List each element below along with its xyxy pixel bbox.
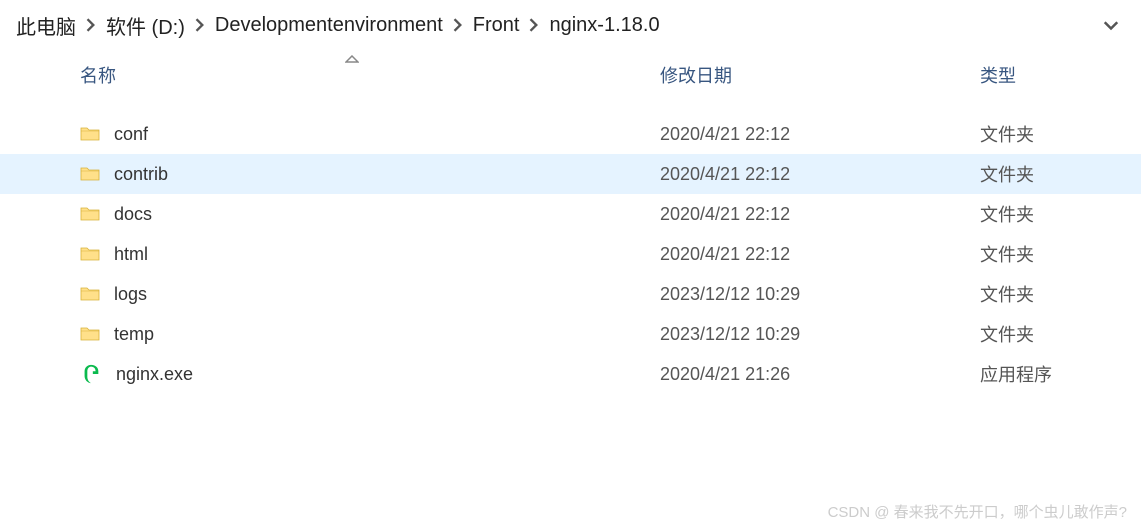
application-icon [80,363,102,385]
file-date: 2020/4/21 22:12 [660,204,980,225]
folder-icon [80,245,100,263]
file-date: 2020/4/21 22:12 [660,244,980,265]
file-type: 文件夹 [980,321,1120,347]
file-type: 文件夹 [980,201,1120,227]
file-date: 2020/4/21 22:12 [660,124,980,145]
file-name-cell: html [0,244,660,265]
column-header-type[interactable]: 类型 [980,62,1120,88]
file-date: 2020/4/21 22:12 [660,164,980,185]
file-name: nginx.exe [116,364,193,385]
file-name: html [114,244,148,265]
file-type: 文件夹 [980,281,1120,307]
file-name-cell: conf [0,124,660,145]
file-name-cell: docs [0,204,660,225]
file-type: 应用程序 [980,361,1120,387]
folder-icon [80,125,100,143]
file-type: 文件夹 [980,241,1120,267]
folder-icon [80,325,100,343]
file-name: temp [114,324,154,345]
chevron-right-icon[interactable] [453,18,463,32]
file-list: conf2020/4/21 22:12文件夹contrib2020/4/21 2… [0,114,1141,394]
chevron-right-icon[interactable] [86,18,96,32]
file-date: 2023/12/12 10:29 [660,324,980,345]
file-row[interactable]: conf 2020/4/21 22:12文件夹 [0,114,1141,154]
file-name-cell: contrib [0,164,660,185]
breadcrumb-item-developmentenvironment[interactable]: Developmentenvironment [215,14,443,37]
file-row[interactable]: contrib 2020/4/21 22:12文件夹 [0,154,1141,194]
breadcrumb-item-drive-d[interactable]: 软件 (D:) [106,11,185,40]
file-name: docs [114,204,152,225]
column-header-date[interactable]: 修改日期 [660,62,980,88]
file-type: 文件夹 [980,161,1120,187]
sort-ascending-icon [345,50,359,66]
file-name: logs [114,284,147,305]
folder-icon [80,285,100,303]
chevron-right-icon[interactable] [529,18,539,32]
file-name-cell: temp [0,324,660,345]
breadcrumb-item-nginx[interactable]: nginx-1.18.0 [549,14,659,37]
chevron-right-icon[interactable] [195,18,205,32]
breadcrumb-item-this-pc[interactable]: 此电脑 [16,11,76,40]
file-date: 2020/4/21 21:26 [660,364,980,385]
folder-icon [80,165,100,183]
file-name: contrib [114,164,168,185]
file-name: conf [114,124,148,145]
file-row[interactable]: temp 2023/12/12 10:29文件夹 [0,314,1141,354]
breadcrumb: 此电脑 软件 (D:) Developmentenvironment Front… [0,0,1141,50]
watermark-text: CSDN @ 春来我不先开口，哪个虫儿敢作声? [828,501,1127,522]
file-row[interactable]: docs 2020/4/21 22:12文件夹 [0,194,1141,234]
column-header-name[interactable]: 名称 [0,62,660,88]
folder-icon [80,205,100,223]
chevron-down-icon[interactable] [1097,14,1125,37]
column-header-row: 名称 修改日期 类型 [0,50,1141,100]
file-row[interactable]: nginx.exe 2020/4/21 21:26应用程序 [0,354,1141,394]
file-row[interactable]: logs 2023/12/12 10:29文件夹 [0,274,1141,314]
file-row[interactable]: html 2020/4/21 22:12文件夹 [0,234,1141,274]
file-type: 文件夹 [980,121,1120,147]
file-name-cell: nginx.exe [0,363,660,385]
file-date: 2023/12/12 10:29 [660,284,980,305]
file-name-cell: logs [0,284,660,305]
breadcrumb-item-front[interactable]: Front [473,14,520,37]
